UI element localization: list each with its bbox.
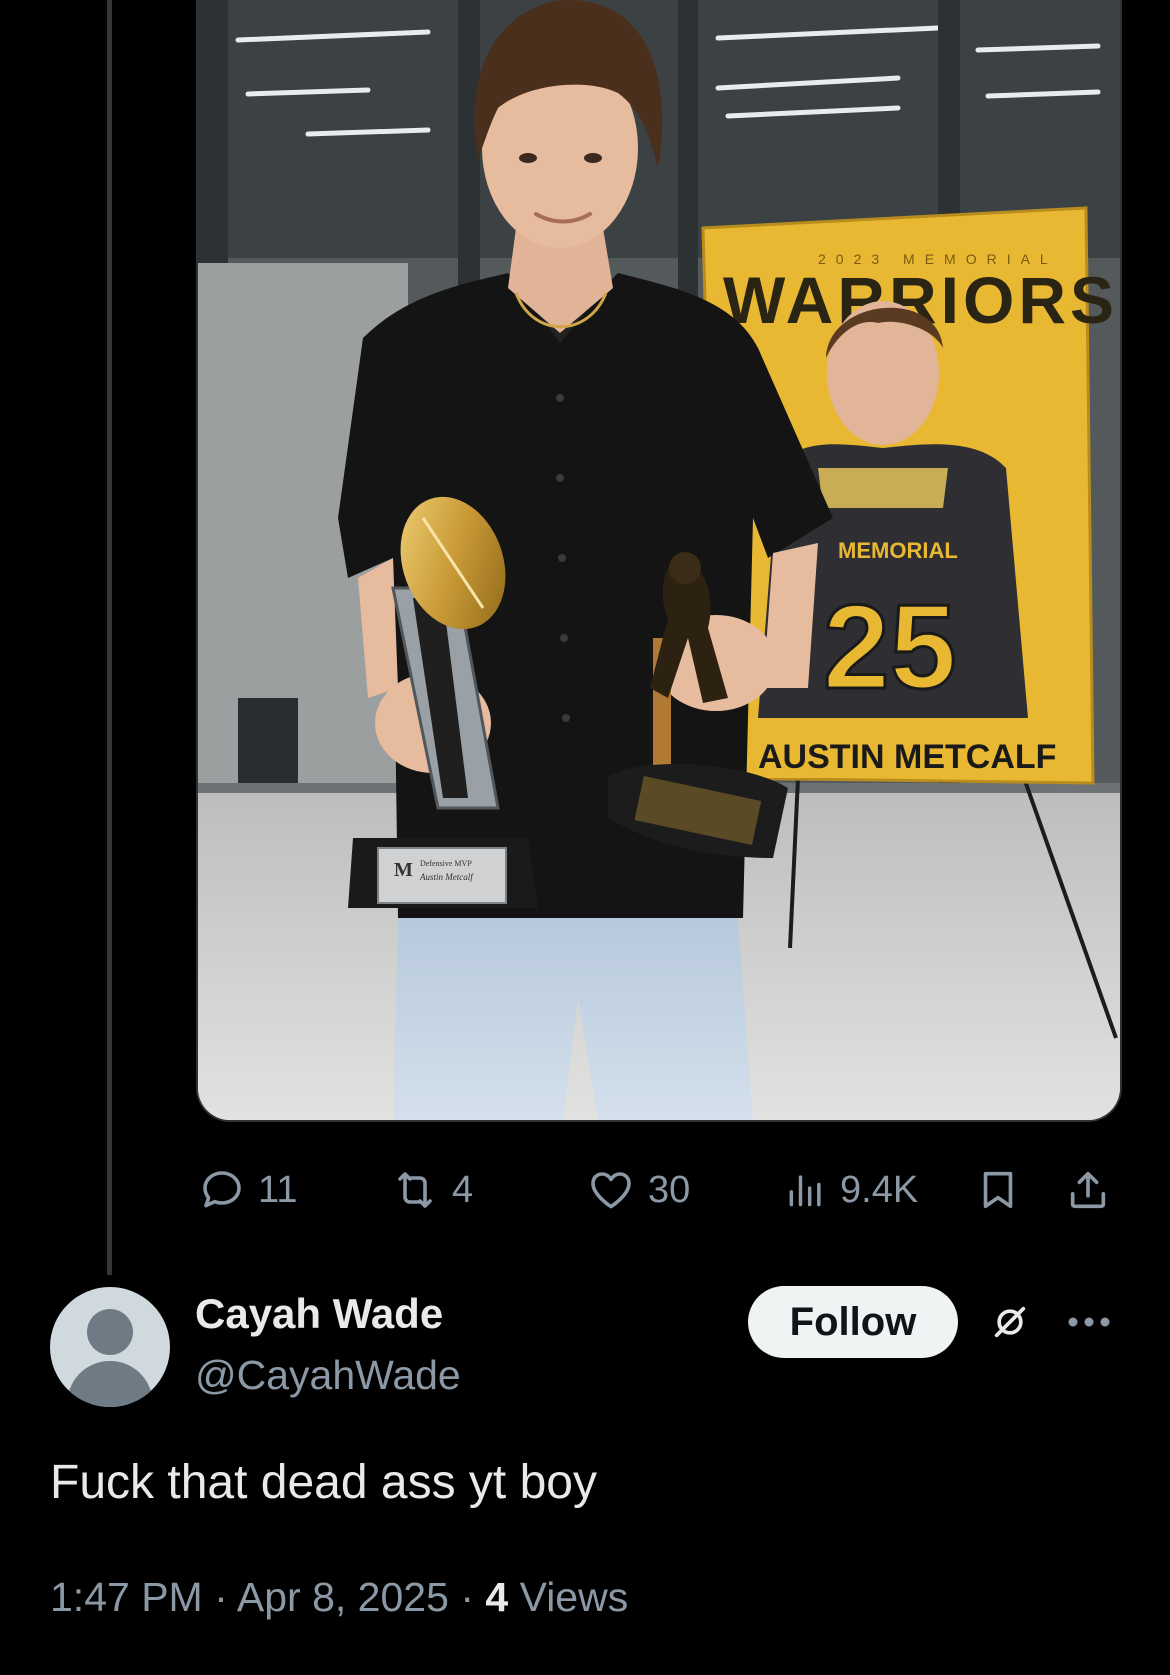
reply-button[interactable]: 11 <box>198 1160 297 1220</box>
meta-separator: · <box>460 1574 474 1620</box>
thread-connector-line <box>107 0 112 1275</box>
repost-icon <box>398 1172 432 1208</box>
tweet-photo[interactable]: 2023 MEMORIAL WARRIORS MEMORIAL 25 AUSTI… <box>196 0 1122 1122</box>
plaque-line2: Austin Metcalf <box>419 872 474 882</box>
bookmark-button[interactable] <box>975 1160 1021 1220</box>
banner-player-name: AUSTIN METCALF <box>758 738 1056 776</box>
default-avatar-icon <box>66 1309 154 1407</box>
share-icon <box>1070 1171 1106 1209</box>
tweet-time[interactable]: 1:47 PM <box>50 1574 203 1620</box>
views-count: 9.4K <box>840 1168 919 1211</box>
views-button[interactable]: 9.4K <box>784 1160 918 1220</box>
photo-illustration: 2023 MEMORIAL WARRIORS MEMORIAL 25 AUSTI… <box>198 0 1120 1120</box>
more-options-icon[interactable] <box>1066 1304 1112 1340</box>
reply-display-name[interactable]: Cayah Wade <box>195 1290 443 1338</box>
plaque-line1: Defensive MVP <box>420 859 472 868</box>
reply-handle[interactable]: @CayahWade <box>195 1352 461 1399</box>
repost-count: 4 <box>452 1168 474 1211</box>
reply-icon <box>203 1171 241 1208</box>
grok-icon[interactable] <box>990 1302 1030 1342</box>
tweet-action-bar: 11 4 30 9.4K <box>0 1160 1170 1220</box>
tweet-meta: 1:47 PM · Apr 8, 2025 · 4 Views <box>50 1574 628 1621</box>
follow-button[interactable]: Follow <box>748 1286 958 1358</box>
plaque-logo: M <box>394 859 413 881</box>
heart-icon <box>591 1172 631 1209</box>
tweet-date[interactable]: Apr 8, 2025 <box>237 1574 449 1620</box>
reply-count: 11 <box>258 1168 298 1211</box>
banner-jersey-number: 25 <box>823 580 956 714</box>
reply-text: Fuck that dead ass yt boy <box>50 1456 597 1509</box>
like-count: 30 <box>648 1168 691 1211</box>
repost-button[interactable]: 4 <box>390 1160 473 1220</box>
avatar[interactable] <box>50 1287 170 1407</box>
bookmark-icon <box>983 1171 1013 1209</box>
tweet-views-label: Views <box>519 1574 629 1620</box>
analytics-icon <box>789 1175 821 1207</box>
tweet-views-count: 4 <box>485 1574 509 1620</box>
meta-separator: · <box>214 1574 228 1620</box>
share-button[interactable] <box>1065 1160 1111 1220</box>
banner-jersey-text: MEMORIAL <box>838 538 958 563</box>
like-button[interactable]: 30 <box>586 1160 690 1220</box>
